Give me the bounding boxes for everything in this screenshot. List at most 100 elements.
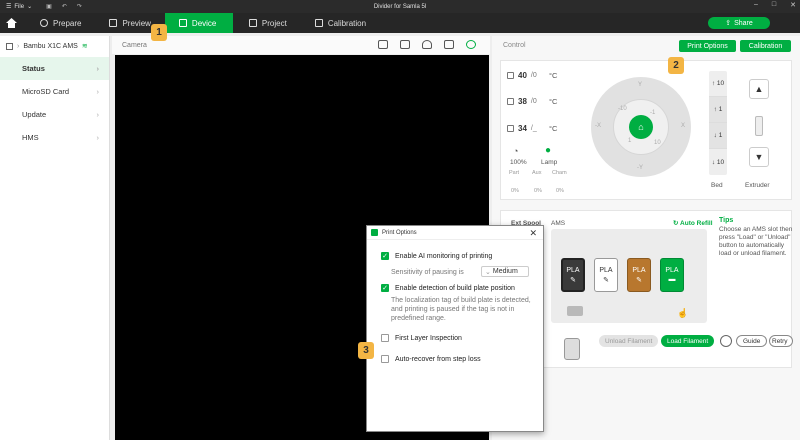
- first-layer-inspection-checkbox[interactable]: [381, 334, 389, 342]
- sensitivity-select[interactable]: ⌄ Medium: [481, 266, 529, 277]
- first-layer-inspection-option[interactable]: First Layer Inspection: [381, 334, 462, 342]
- refresh-icon: ↻: [673, 220, 679, 227]
- lamp-toggle-icon[interactable]: ●: [545, 145, 551, 156]
- project-icon: [248, 19, 257, 27]
- step-badge-2: 2: [668, 57, 684, 74]
- triangle-up-icon: ▲: [754, 84, 764, 94]
- chevron-right-icon: ›: [96, 133, 100, 142]
- device-sidebar: › Bambu X1C AMS ≋ Status › MicroSD Card › …: [0, 36, 110, 440]
- camera-header: Camera: [112, 36, 490, 54]
- minimize-icon[interactable]: –: [754, 1, 758, 9]
- sidebar-item-microsd[interactable]: MicroSD Card ›: [0, 80, 109, 103]
- step-badge-3: 3: [358, 342, 374, 359]
- fan-chamber-label: Cham: [552, 170, 567, 176]
- bed-up-10[interactable]: ↑ 10: [709, 71, 727, 97]
- chevron-down-icon: ⌄: [485, 268, 491, 276]
- filament-path: [567, 306, 583, 316]
- extruder-up-button[interactable]: ▲: [749, 79, 769, 99]
- share-icon: ⇪: [725, 20, 732, 27]
- ams-tab[interactable]: AMS: [551, 220, 565, 227]
- load-filament-button[interactable]: Load Filament: [661, 335, 715, 347]
- tab-device[interactable]: Device: [164, 13, 233, 33]
- ams-slot-1[interactable]: PLA ✎: [561, 258, 585, 292]
- edit-icon: ✎: [636, 276, 642, 284]
- window-title: Divider for Samla 5l: [373, 3, 427, 10]
- auto-refill-link[interactable]: ↻ Auto Refill: [673, 219, 713, 227]
- device-selector[interactable]: › Bambu X1C AMS ≋: [0, 36, 109, 56]
- bed-down-1[interactable]: ↓ 1: [709, 123, 727, 149]
- home-axes-button[interactable]: ⌂: [629, 115, 653, 139]
- save-icon[interactable]: ▣: [46, 3, 52, 10]
- retry-button[interactable]: Retry: [769, 335, 793, 347]
- sidebar-item-status[interactable]: Status ›: [0, 57, 109, 80]
- redo-icon[interactable]: ↷: [77, 3, 82, 10]
- undo-icon[interactable]: ↶: [62, 3, 67, 10]
- ams-slot-3[interactable]: PLA ✎: [627, 258, 651, 292]
- ai-monitoring-checkbox[interactable]: ✓: [381, 252, 389, 260]
- close-icon[interactable]: ✕: [529, 228, 537, 239]
- share-button[interactable]: ⇪ Share: [708, 17, 770, 29]
- dialog-title: Print Options: [382, 229, 417, 236]
- speed-value: 100%: [510, 159, 527, 166]
- fan-part-label: Part: [509, 170, 520, 176]
- tab-calibration[interactable]: Calibration: [301, 13, 380, 33]
- sd-record-icon[interactable]: [378, 40, 388, 49]
- calibration-icon: [314, 19, 323, 27]
- video-icon[interactable]: [444, 40, 454, 49]
- chevron-right-icon: ›: [96, 110, 100, 119]
- home-icon: [5, 18, 17, 28]
- bed-icon: [507, 98, 514, 105]
- nozzle-temp[interactable]: 40/0 °C: [507, 71, 557, 80]
- bed-up-1[interactable]: ↑ 1: [709, 97, 727, 123]
- fan-aux-label: Aux: [532, 170, 542, 176]
- ams-slot-2[interactable]: PLA ✎: [594, 258, 618, 292]
- close-icon[interactable]: ✕: [790, 1, 796, 9]
- auto-recover-checkbox[interactable]: [381, 355, 389, 363]
- speed-icon[interactable]: ◔: [513, 146, 518, 156]
- timelapse-icon[interactable]: [400, 40, 410, 49]
- build-plate-detection-checkbox[interactable]: ✓: [381, 284, 389, 292]
- unload-filament-button[interactable]: Unload Filament: [599, 335, 659, 347]
- maximize-icon[interactable]: □: [772, 1, 776, 9]
- ai-monitoring-option[interactable]: ✓ Enable AI monitoring of printing: [381, 252, 492, 260]
- sidebar-item-hms[interactable]: HMS ›: [0, 126, 109, 149]
- printer-icon: [6, 42, 13, 50]
- down-arrow-icon: ↓: [711, 158, 716, 166]
- bed-step-control[interactable]: ↑ 10 ↑ 1 ↓ 1 ↓ 10: [709, 71, 727, 175]
- build-plate-detection-option[interactable]: ✓ Enable detection of build plate positi…: [381, 284, 515, 292]
- print-options-dialog: Print Options ✕ ✓ Enable AI monitoring o…: [366, 225, 544, 432]
- camera-title: Camera: [122, 41, 147, 49]
- preview-icon: [109, 19, 118, 27]
- ams-slot-4[interactable]: PLA ▬: [660, 258, 684, 292]
- lamp-icon[interactable]: [422, 40, 432, 49]
- up-arrow-icon: ↑: [713, 106, 717, 113]
- extruder-down-button[interactable]: ▼: [749, 147, 769, 167]
- file-menu[interactable]: ☰ File ⌄: [0, 3, 32, 11]
- calibration-button[interactable]: Calibration: [740, 40, 791, 52]
- bed-temp[interactable]: 38/0 °C: [507, 97, 557, 106]
- chamber-icon: [507, 125, 514, 132]
- print-options-button[interactable]: Print Options: [679, 40, 736, 52]
- fan-chamber-value: 0%: [556, 188, 564, 194]
- main-tab-bar: Prepare Preview Device Project Calibrati…: [0, 13, 800, 33]
- edit-icon: ✎: [603, 276, 609, 284]
- chamber-temp[interactable]: 34/_ °C: [507, 124, 557, 133]
- bed-label: Bed: [711, 182, 723, 189]
- prepare-icon: [40, 19, 48, 27]
- tab-prepare[interactable]: Prepare: [26, 13, 95, 33]
- auto-recover-option[interactable]: Auto-recover from step loss: [381, 355, 481, 363]
- extruder-icon: [755, 116, 763, 136]
- settings-icon[interactable]: [466, 40, 476, 49]
- filament-dot-icon: ▬: [668, 276, 676, 283]
- home-button[interactable]: [0, 13, 22, 33]
- build-plate-description: The localization tag of build plate is d…: [391, 297, 531, 322]
- tab-project[interactable]: Project: [235, 13, 301, 33]
- triangle-down-icon: ▼: [754, 152, 764, 162]
- up-arrow-icon: ↑: [711, 80, 716, 87]
- jog-pad[interactable]: Y -X X -Y -10 -1 1 10 ⌂: [591, 77, 691, 177]
- ams-settings-icon[interactable]: [720, 335, 732, 347]
- hand-pointer-icon: ☝: [677, 308, 689, 318]
- guide-button[interactable]: Guide: [736, 335, 768, 347]
- bed-down-10[interactable]: ↓ 10: [709, 149, 727, 175]
- sidebar-item-update[interactable]: Update ›: [0, 103, 109, 126]
